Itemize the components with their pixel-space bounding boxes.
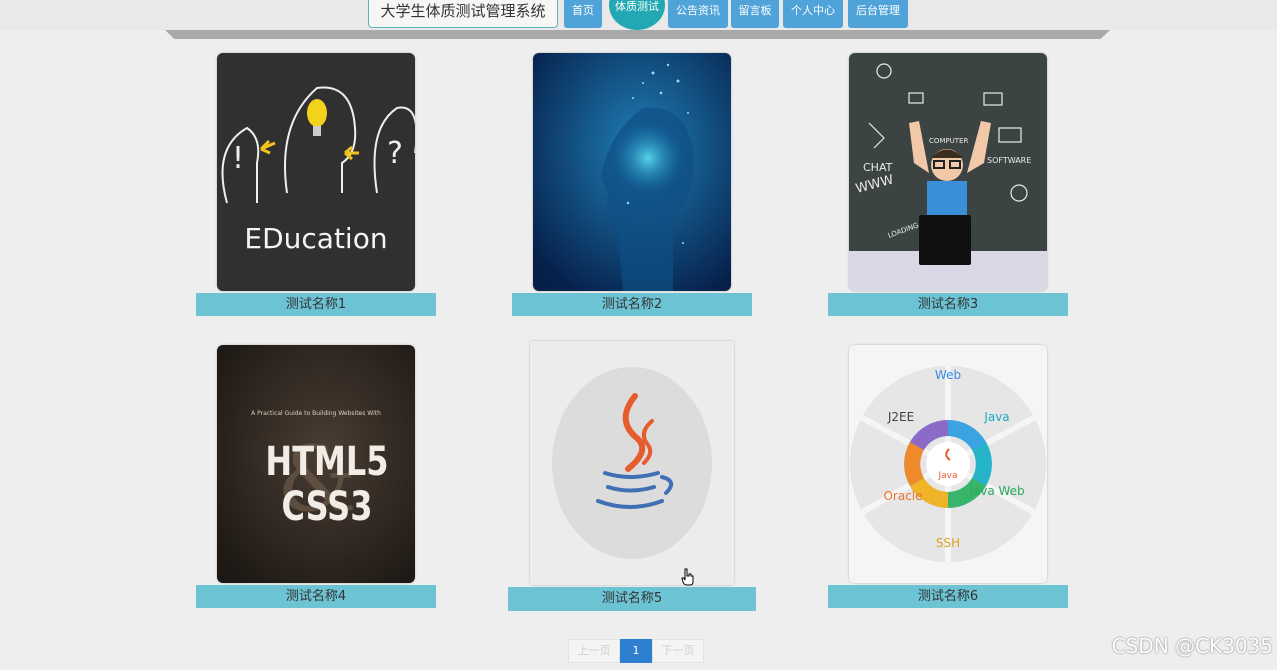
test-card-2[interactable]: 测试名称2 [512,53,752,321]
card-caption[interactable]: 测试名称6 [828,585,1068,608]
pagination: 上一页 1 下一页 [568,639,704,663]
card-caption[interactable]: 测试名称2 [512,293,752,316]
card-image-java-logo[interactable] [530,341,734,585]
svg-text:COMPUTER: COMPUTER [929,137,968,145]
svg-text:Java: Java [937,471,957,481]
svg-text:Web: Web [935,368,961,382]
nav-news[interactable]: 公告资讯 [668,0,728,28]
test-card-6[interactable]: Java Web Java Java Web SSH Oracle J2EE 测… [828,345,1068,613]
svg-text:Java Web: Java Web [968,484,1024,498]
card-caption[interactable]: 测试名称3 [828,293,1068,316]
card-image-java-tech-wheel[interactable]: Java Web Java Java Web SSH Oracle J2EE [849,345,1047,583]
svg-text:SOFTWARE: SOFTWARE [987,156,1031,165]
nav-admin[interactable]: 后台管理 [848,0,908,28]
test-card-1[interactable]: ! ? EDucation 测试名称1 [196,53,436,321]
test-card-3[interactable]: CHAT WWW COMPUTER SOFTWARE LOADING 测试名称3 [828,53,1068,321]
svg-text:SSH: SSH [936,536,960,550]
svg-text:!: ! [232,141,244,176]
svg-text:EDucation: EDucation [244,222,387,255]
next-page-button[interactable]: 下一页 [652,639,704,663]
mouse-cursor-icon [681,568,695,590]
card-caption[interactable]: 测试名称4 [196,585,436,608]
card-image-html5-css3[interactable]: A Practical Guide to Building Websites W… [217,345,415,583]
svg-text:A Practical Guide to Building: A Practical Guide to Building Websites W… [251,410,381,417]
page-1-button[interactable]: 1 [620,639,652,663]
svg-text:Oracle: Oracle [883,489,922,503]
card-image-education[interactable]: ! ? EDucation [217,53,415,291]
nav-message-board[interactable]: 留言板 [731,0,779,28]
prev-page-button[interactable]: 上一页 [568,639,620,663]
card-image-digital-head[interactable] [533,53,731,291]
svg-text:Java: Java [983,410,1009,424]
svg-text:HTML5: HTML5 [265,437,388,484]
nav-personal-center[interactable]: 个人中心 [783,0,843,28]
test-card-4[interactable]: A Practical Guide to Building Websites W… [196,345,436,613]
site-title: 大学生体质测试管理系统 [368,0,558,28]
svg-text:J2EE: J2EE [887,410,914,424]
card-image-boy-chalkboard[interactable]: CHAT WWW COMPUTER SOFTWARE LOADING [849,53,1047,291]
nav-home[interactable]: 首页 [564,0,602,28]
svg-text:CHAT: CHAT [863,161,893,174]
test-card-5[interactable]: 测试名称5 [508,341,756,613]
card-caption[interactable]: 测试名称1 [196,293,436,316]
card-caption[interactable]: 测试名称5 [508,587,756,611]
csdn-watermark: CSDN @CK3035 [1111,634,1273,658]
header-divider [165,30,1110,39]
svg-text:CSS3: CSS3 [282,482,373,529]
svg-text:?: ? [387,136,403,171]
